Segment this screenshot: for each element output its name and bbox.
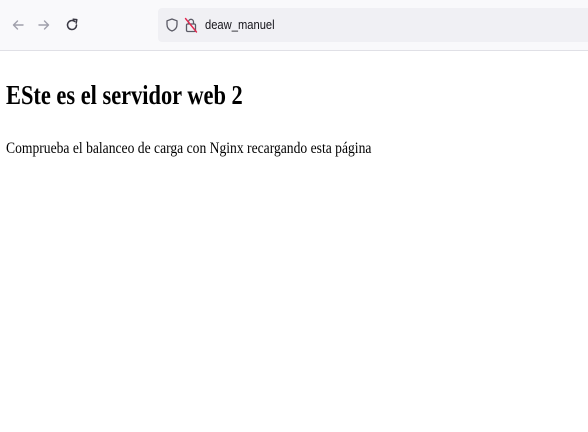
reload-button[interactable] [61,14,83,36]
forward-button[interactable] [33,14,55,36]
arrow-left-icon [12,20,24,30]
tracking-protection-shield-icon[interactable] [165,18,179,32]
browser-toolbar: deaw_manuel [0,0,588,51]
arrow-right-icon [38,20,50,30]
page-heading: ESte es el servidor web 2 [6,80,243,110]
page-content: ESte es el servidor web 2 Comprueba el b… [0,51,588,432]
back-button[interactable] [7,14,29,36]
reload-icon [66,18,78,31]
page-paragraph: Comprueba el balanceo de carga con Nginx… [6,140,372,157]
url-text[interactable]: deaw_manuel [205,17,275,33]
address-bar[interactable]: deaw_manuel [158,8,588,42]
insecure-lock-icon[interactable] [184,17,198,33]
browser-window: deaw_manuel ESte es el servidor web 2 Co… [0,0,588,432]
